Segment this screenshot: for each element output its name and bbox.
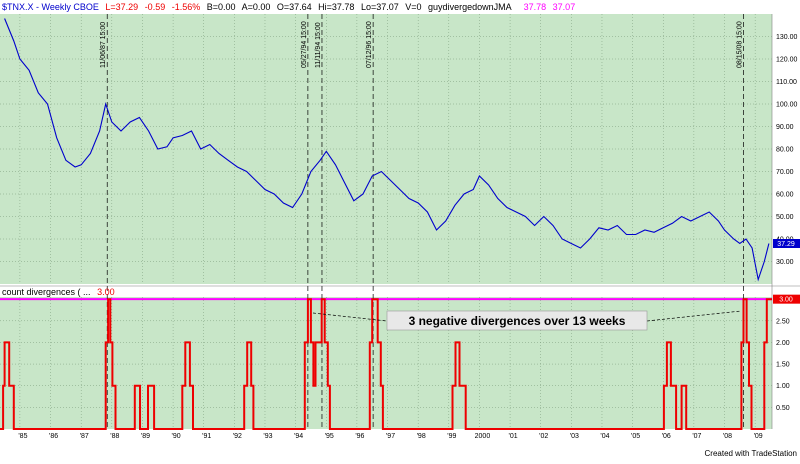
header-last: L=37.29 (105, 2, 138, 12)
x-tick: '03 (570, 433, 579, 440)
count-y-tick: 2.50 (776, 318, 790, 325)
x-tick: '08 (723, 433, 732, 440)
svg-text:3.00: 3.00 (779, 297, 793, 304)
count-y-ticks: 2.50 2.00 1.50 1.00 0.50 (776, 318, 790, 412)
svg-text:count divergences ( ... 3.: count divergences ( ... 3.00 (2, 287, 115, 297)
x-tick: '90 (172, 433, 181, 440)
x-tick: '02 (539, 433, 548, 440)
count-header-label: count divergences ( ... (2, 287, 91, 297)
footer-credit: Created with TradeStation (705, 449, 798, 458)
price-badge: 37.29 (773, 239, 800, 248)
header-low: Lo=37.07 (361, 2, 399, 12)
x-tick: '94 (294, 433, 303, 440)
price-y-tick: 70.00 (776, 169, 794, 176)
price-chart-svg: 11/06/87 15:00 05/27/94 15:00 11/11/94 15:… (0, 2, 800, 458)
x-tick: '05 (631, 433, 640, 440)
x-tick: '85 (18, 433, 27, 440)
x-tick: '09 (754, 433, 763, 440)
header-change: -0.59 (145, 2, 166, 12)
x-tick: '04 (600, 433, 609, 440)
x-tick: '89 (141, 433, 150, 440)
count-y-tick: 0.50 (776, 405, 790, 412)
svg-text:37.29: 37.29 (777, 241, 795, 248)
price-y-tick: 60.00 (776, 192, 794, 199)
price-panel (0, 14, 772, 284)
price-y-ticks: 130.00 120.00 110.00 100.00 90.00 80.00 70.00 6… (776, 34, 798, 266)
price-y-tick: 130.00 (776, 34, 798, 41)
annotation-text: 3 negative divergences over 13 weeks (409, 314, 626, 328)
header-open: O=37.64 (277, 2, 312, 12)
price-y-tick: 100.00 (776, 102, 798, 109)
price-y-tick: 120.00 (776, 57, 798, 64)
svg-text:$TNX.X - Weekly CBOE L=37.: $TNX.X - Weekly CBOE L=37.29 -0.59 -1.56… (2, 2, 575, 12)
event-marker-label: 07/12/96 15:00 (366, 21, 373, 68)
price-y-tick: 110.00 (776, 79, 797, 86)
event-marker-label: 11/11/94 15:00 (315, 22, 322, 68)
x-tick: '07 (692, 433, 701, 440)
event-marker-label: 11/06/87 15:00 (100, 22, 107, 68)
price-y-tick: 90.00 (776, 124, 794, 131)
price-y-tick: 30.00 (776, 259, 794, 266)
x-tick: '01 (509, 433, 518, 440)
header-indicator-v2: 37.07 (553, 2, 576, 12)
x-tick: '88 (110, 433, 119, 440)
x-tick: '99 (447, 433, 456, 440)
x-tick: '87 (80, 433, 89, 440)
count-badge: 3.00 (773, 294, 800, 304)
header-bid: B=0.00 (207, 2, 236, 12)
price-y-tick: 50.00 (776, 214, 794, 221)
header-volume: V=0 (405, 2, 421, 12)
count-y-tick: 2.00 (776, 340, 790, 347)
x-tick: '98 (417, 433, 426, 440)
x-tick: '93 (263, 433, 272, 440)
event-marker-label: 08/15/08 15:00 (737, 21, 744, 68)
price-y-tick: 80.00 (776, 147, 794, 154)
header-indicator-name: guydivergedownJMA (428, 2, 512, 12)
chart-window: 11/06/87 15:00 05/27/94 15:00 11/11/94 15:… (0, 0, 800, 459)
x-tick: '97 (386, 433, 395, 440)
x-tick: '06 (662, 433, 671, 440)
header-high: Hi=37.78 (318, 2, 354, 12)
x-tick: '91 (202, 433, 211, 440)
x-tick: '96 (355, 433, 364, 440)
count-header-value: 3.00 (97, 287, 115, 297)
x-tick: '92 (233, 433, 242, 440)
count-y-tick: 1.00 (776, 383, 790, 390)
x-tick: '86 (49, 433, 58, 440)
x-tick: 2000 (475, 433, 491, 440)
x-tick: '95 (325, 433, 334, 440)
header-pct: -1.56% (172, 2, 201, 12)
header-ask: A=0.00 (242, 2, 271, 12)
event-marker-label: 05/27/94 15:00 (301, 21, 308, 68)
count-y-tick: 1.50 (776, 362, 790, 369)
x-ticks: '85 '86 '87 '88 '89 '90 '91 '92 '93 '94 '95 '96 '97 '… (18, 433, 762, 440)
header-symbol: $TNX.X - Weekly CBOE (2, 2, 99, 12)
header-indicator-v1: 37.78 (524, 2, 547, 12)
